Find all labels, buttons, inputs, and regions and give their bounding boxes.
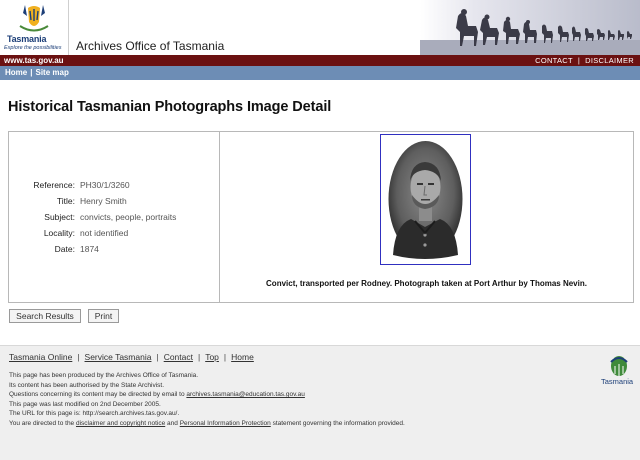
footer-notes: This page has been produced by the Archi… — [9, 371, 405, 429]
locality-row: Locality: not identified — [9, 227, 220, 239]
archives-email-link[interactable]: archives.tasmania@education.tas.gov.au — [186, 391, 305, 398]
footer-links: Tasmania Online | Service Tasmania | Contact… — [9, 352, 254, 362]
subject-row: Subject: convicts, people, portraits — [9, 211, 220, 223]
footer-home-link[interactable]: Home — [231, 352, 254, 362]
site-title: Archives Office of Tasmania — [76, 39, 225, 53]
locality-value: not identified — [80, 228, 129, 238]
locality-label: Locality: — [43, 228, 75, 238]
portrait-image — [381, 135, 470, 264]
print-button[interactable]: Print — [88, 309, 119, 323]
footer-separator: | — [77, 352, 80, 362]
image-detail-table: Reference: PH30/1/3260 Title: Henry Smit… — [8, 131, 634, 303]
utility-links: CONTACT | DISCLAIMER — [535, 55, 634, 66]
breadcrumb-bar: Home | Site map — [0, 66, 640, 80]
logo-wordmark: Tasmania — [7, 34, 47, 44]
personal-information-protection-link[interactable]: Personal Information Protection — [180, 420, 271, 427]
title-value: Henry Smith — [80, 196, 127, 206]
page-title: Historical Tasmanian Photographs Image D… — [8, 99, 332, 115]
search-results-button[interactable]: Search Results — [9, 309, 81, 323]
footer-separator: | — [223, 352, 227, 362]
tasmania-logo[interactable]: Tasmania Explore the possibilities — [0, 0, 69, 55]
footer-logo-wordmark: Tasmania — [601, 377, 634, 386]
service-tasmania-link[interactable]: Service Tasmania — [85, 352, 152, 362]
utility-bar: www.tas.gov.au CONTACT | DISCLAIMER — [0, 55, 640, 66]
tasmania-online-link[interactable]: Tasmania Online — [9, 352, 72, 362]
footer-note-authorised: Its content has been authorised by the S… — [9, 381, 165, 389]
footer-separator: | — [156, 352, 159, 362]
footer-note-modified: This page was last modified on 2nd Decem… — [9, 400, 161, 408]
tasmanian-tiger-icon — [19, 5, 49, 32]
link-separator: | — [577, 56, 581, 65]
contact-link[interactable]: CONTACT — [535, 56, 573, 65]
mounted-troops-banner-image — [420, 0, 640, 55]
footer-note-questions: Questions concerning its content may be … — [9, 391, 305, 399]
footer-separator: | — [197, 352, 201, 362]
disclaimer-link[interactable]: DISCLAIMER — [585, 56, 634, 65]
footer-contact-link[interactable]: Contact — [164, 352, 193, 362]
date-value: 1874 — [80, 244, 99, 254]
record-metadata: Reference: PH30/1/3260 Title: Henry Smit… — [9, 132, 220, 302]
logo-tagline: Explore the possibilities — [4, 45, 62, 51]
site-header: Tasmania Explore the possibilities Archi… — [0, 0, 640, 55]
footer-note-producer: This page has been produced by the Archi… — [9, 372, 199, 379]
subject-value: convicts, people, portraits — [80, 212, 177, 222]
date-row: Date: 1874 — [9, 243, 220, 255]
title-label: Title: — [56, 196, 75, 206]
photo-caption: Convict, transported per Rodney. Photogr… — [266, 279, 587, 288]
title-row: Title: Henry Smith — [9, 195, 220, 207]
reference-row: Reference: PH30/1/3260 — [9, 179, 220, 191]
site-url-link[interactable]: www.tas.gov.au — [4, 55, 64, 66]
disclaimer-copyright-link[interactable]: disclaimer and copyright notice — [76, 420, 165, 427]
subject-label: Subject: — [44, 212, 75, 222]
footer-note-url: The URL for this page is: http://search.… — [9, 410, 180, 418]
convict-portrait-photo[interactable] — [380, 134, 471, 265]
breadcrumb: Home | Site map — [5, 66, 69, 80]
reference-label: Reference: — [33, 180, 75, 190]
footer-top-link[interactable]: Top — [205, 352, 219, 362]
photo-cell: Convict, transported per Rodney. Photogr… — [220, 132, 633, 302]
site-footer: Tasmania Online | Service Tasmania | Contact… — [0, 345, 640, 460]
reference-value: PH30/1/3260 — [80, 180, 130, 190]
breadcrumb-separator: | — [30, 68, 33, 77]
site-map-link[interactable]: Site map — [35, 68, 68, 77]
home-link[interactable]: Home — [5, 68, 27, 77]
footer-note-directed: You are directed to the disclaimer and c… — [9, 419, 405, 427]
date-label: Date: — [54, 244, 75, 254]
